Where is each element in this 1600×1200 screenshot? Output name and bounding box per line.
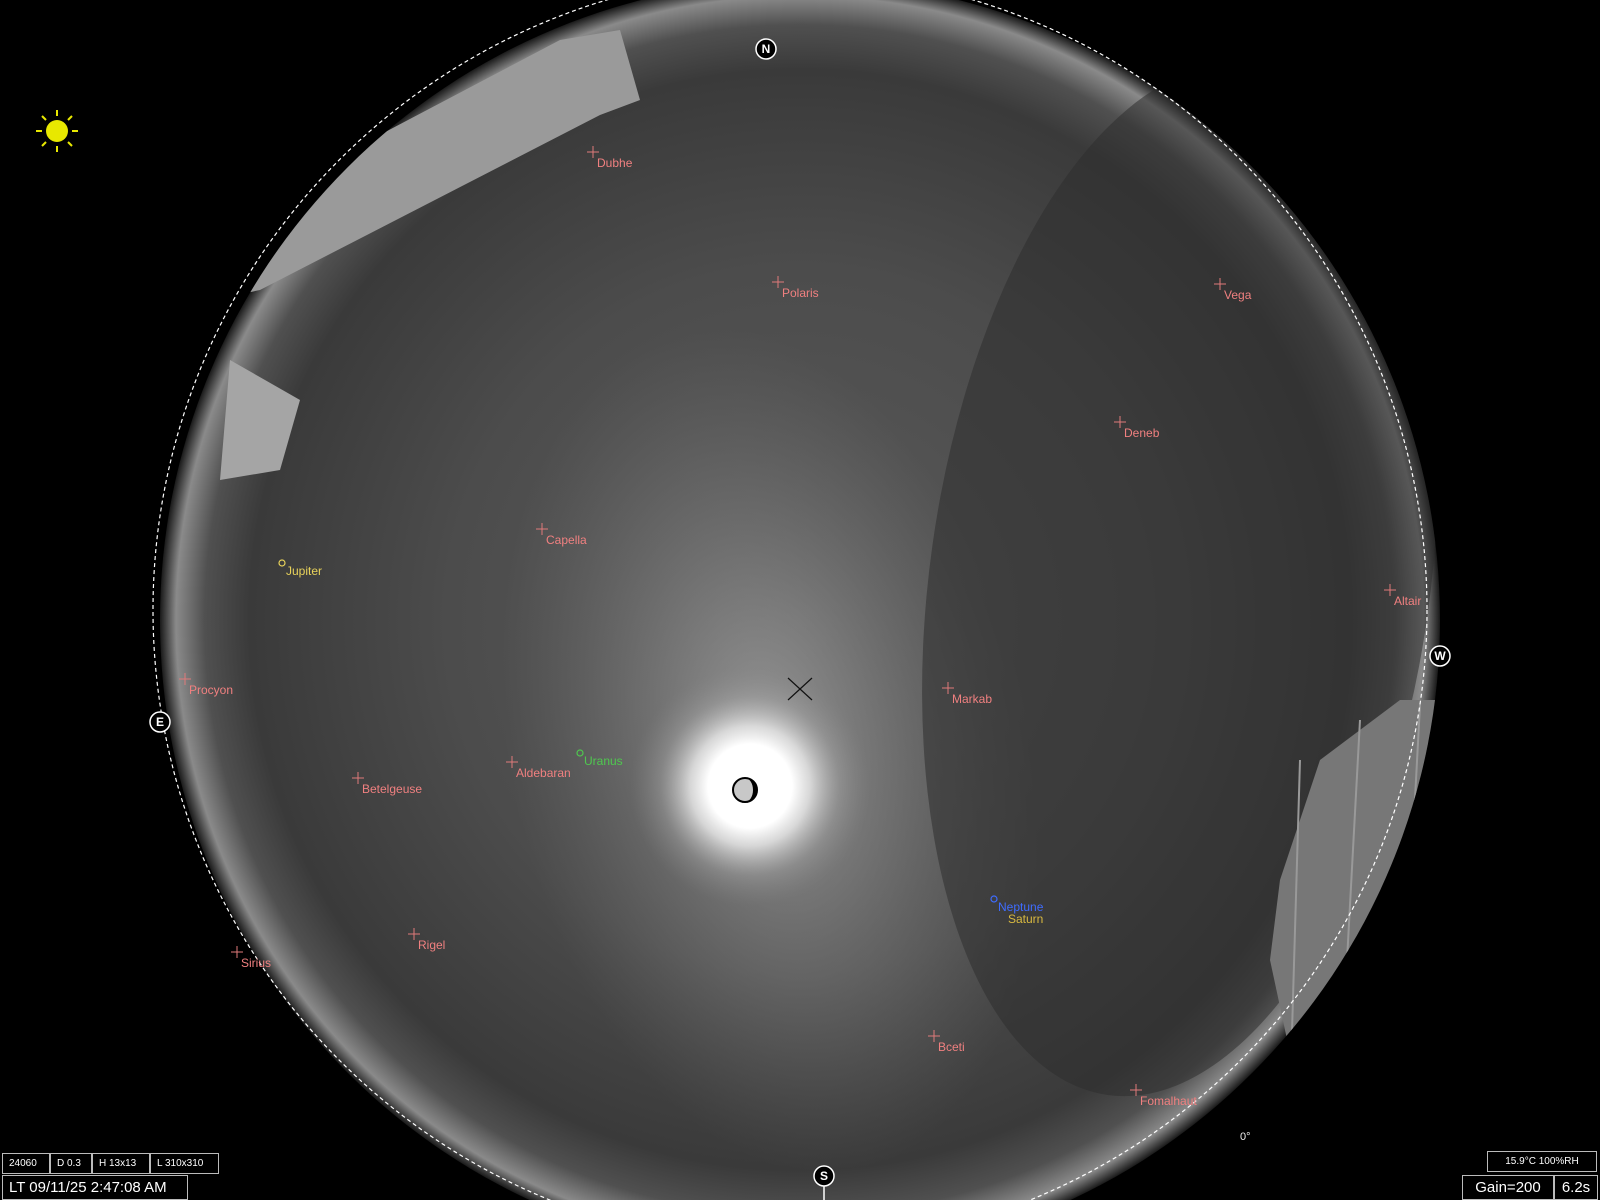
l-value-box: L 310x310 bbox=[150, 1153, 219, 1174]
star-label: Deneb bbox=[1124, 426, 1160, 440]
star-label: Betelgeuse bbox=[362, 782, 422, 796]
star-label: Fomalhaut bbox=[1140, 1094, 1197, 1108]
gain-box: Gain=200 bbox=[1462, 1175, 1554, 1200]
star-label: Markab bbox=[952, 692, 992, 706]
star-label: Bceti bbox=[938, 1040, 965, 1054]
d-value-box: D 0.3 bbox=[50, 1153, 92, 1174]
cardinal-label: S bbox=[820, 1169, 828, 1183]
cardinal-east: E bbox=[149, 711, 171, 733]
star-label: Procyon bbox=[189, 683, 233, 697]
star-label: Rigel bbox=[418, 938, 445, 952]
star-label: Dubhe bbox=[597, 156, 633, 170]
planet-marker: Saturn bbox=[1008, 912, 1043, 926]
allsky-view: N E S W Dubhe Polaris Vega Deneb Capella Altair P… bbox=[0, 0, 1600, 1200]
planet-label: Uranus bbox=[584, 754, 623, 768]
planet-label: Saturn bbox=[1008, 912, 1043, 926]
star-label: Aldebaran bbox=[516, 766, 571, 780]
cardinal-label: W bbox=[1434, 649, 1446, 663]
star-label: Altair bbox=[1394, 594, 1421, 608]
exposure-box: 6.2s bbox=[1554, 1175, 1598, 1200]
local-time-box: LT 09/11/25 2:47:08 AM bbox=[2, 1175, 188, 1200]
cardinal-west: W bbox=[1429, 645, 1451, 667]
weather-box: 15.9°C 100%RH bbox=[1487, 1151, 1597, 1172]
star-label: Polaris bbox=[782, 286, 819, 300]
star-label: Vega bbox=[1224, 288, 1252, 302]
horizon-zero-marker: 0° bbox=[1240, 1131, 1251, 1143]
planet-label: Jupiter bbox=[286, 564, 322, 578]
star-label: Sirius bbox=[241, 956, 271, 970]
cardinal-label: E bbox=[156, 715, 164, 729]
moon bbox=[630, 666, 870, 906]
cardinal-label: N bbox=[762, 42, 771, 56]
frame-id-box: 24060 bbox=[2, 1153, 50, 1174]
cardinal-north: N bbox=[755, 38, 777, 60]
h-value-box: H 13x13 bbox=[92, 1153, 150, 1174]
star-label: Capella bbox=[546, 533, 587, 547]
